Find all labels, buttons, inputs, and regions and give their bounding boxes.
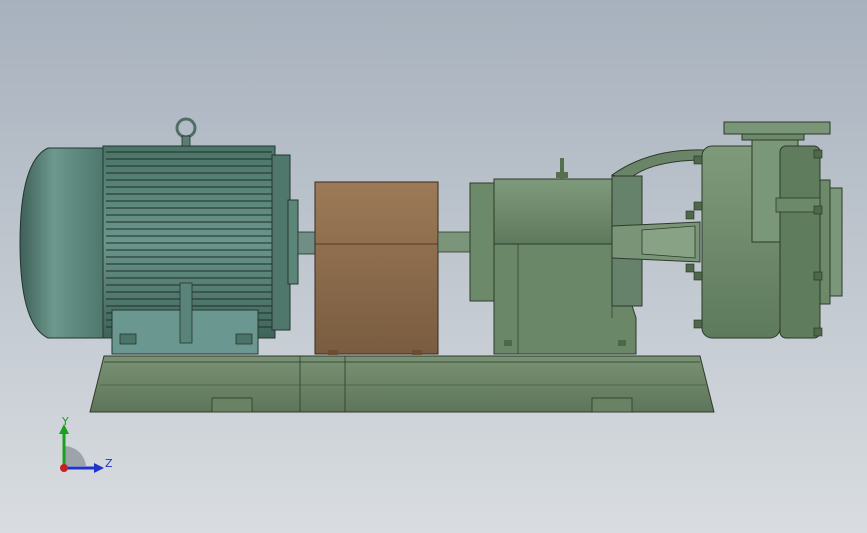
casing-bolt: [693, 271, 703, 281]
triad-plane: [64, 445, 86, 466]
casing-bolt: [813, 205, 823, 215]
x-axis-origin: [60, 464, 68, 472]
casing-bolt: [813, 271, 823, 281]
coupling-guard[interactable]: [314, 181, 439, 355]
motor-shaft: [297, 231, 317, 255]
z-axis-label: Z: [105, 457, 113, 470]
casing-bolt: [813, 327, 823, 337]
baseplate[interactable]: [89, 355, 715, 413]
bearing-housing[interactable]: [469, 158, 637, 355]
graphics-viewport[interactable]: Y Z: [0, 0, 867, 533]
pump-assembly-model[interactable]: [0, 0, 867, 533]
pump-shaft: [437, 231, 473, 253]
z-axis-arrowhead: [94, 463, 104, 473]
electric-motor[interactable]: [19, 117, 299, 355]
lifting-eye: [175, 117, 197, 147]
y-axis-label: Y: [61, 415, 69, 428]
casing-bolt: [693, 319, 703, 329]
casing-bolt: [693, 201, 703, 211]
pump-bracket[interactable]: [610, 149, 706, 307]
casing-bolt: [693, 155, 703, 165]
casing-bolt: [813, 149, 823, 159]
coordinate-triad[interactable]: Y Z: [50, 410, 120, 480]
casing-bolt: [685, 263, 695, 273]
casing-bolt: [685, 210, 695, 220]
